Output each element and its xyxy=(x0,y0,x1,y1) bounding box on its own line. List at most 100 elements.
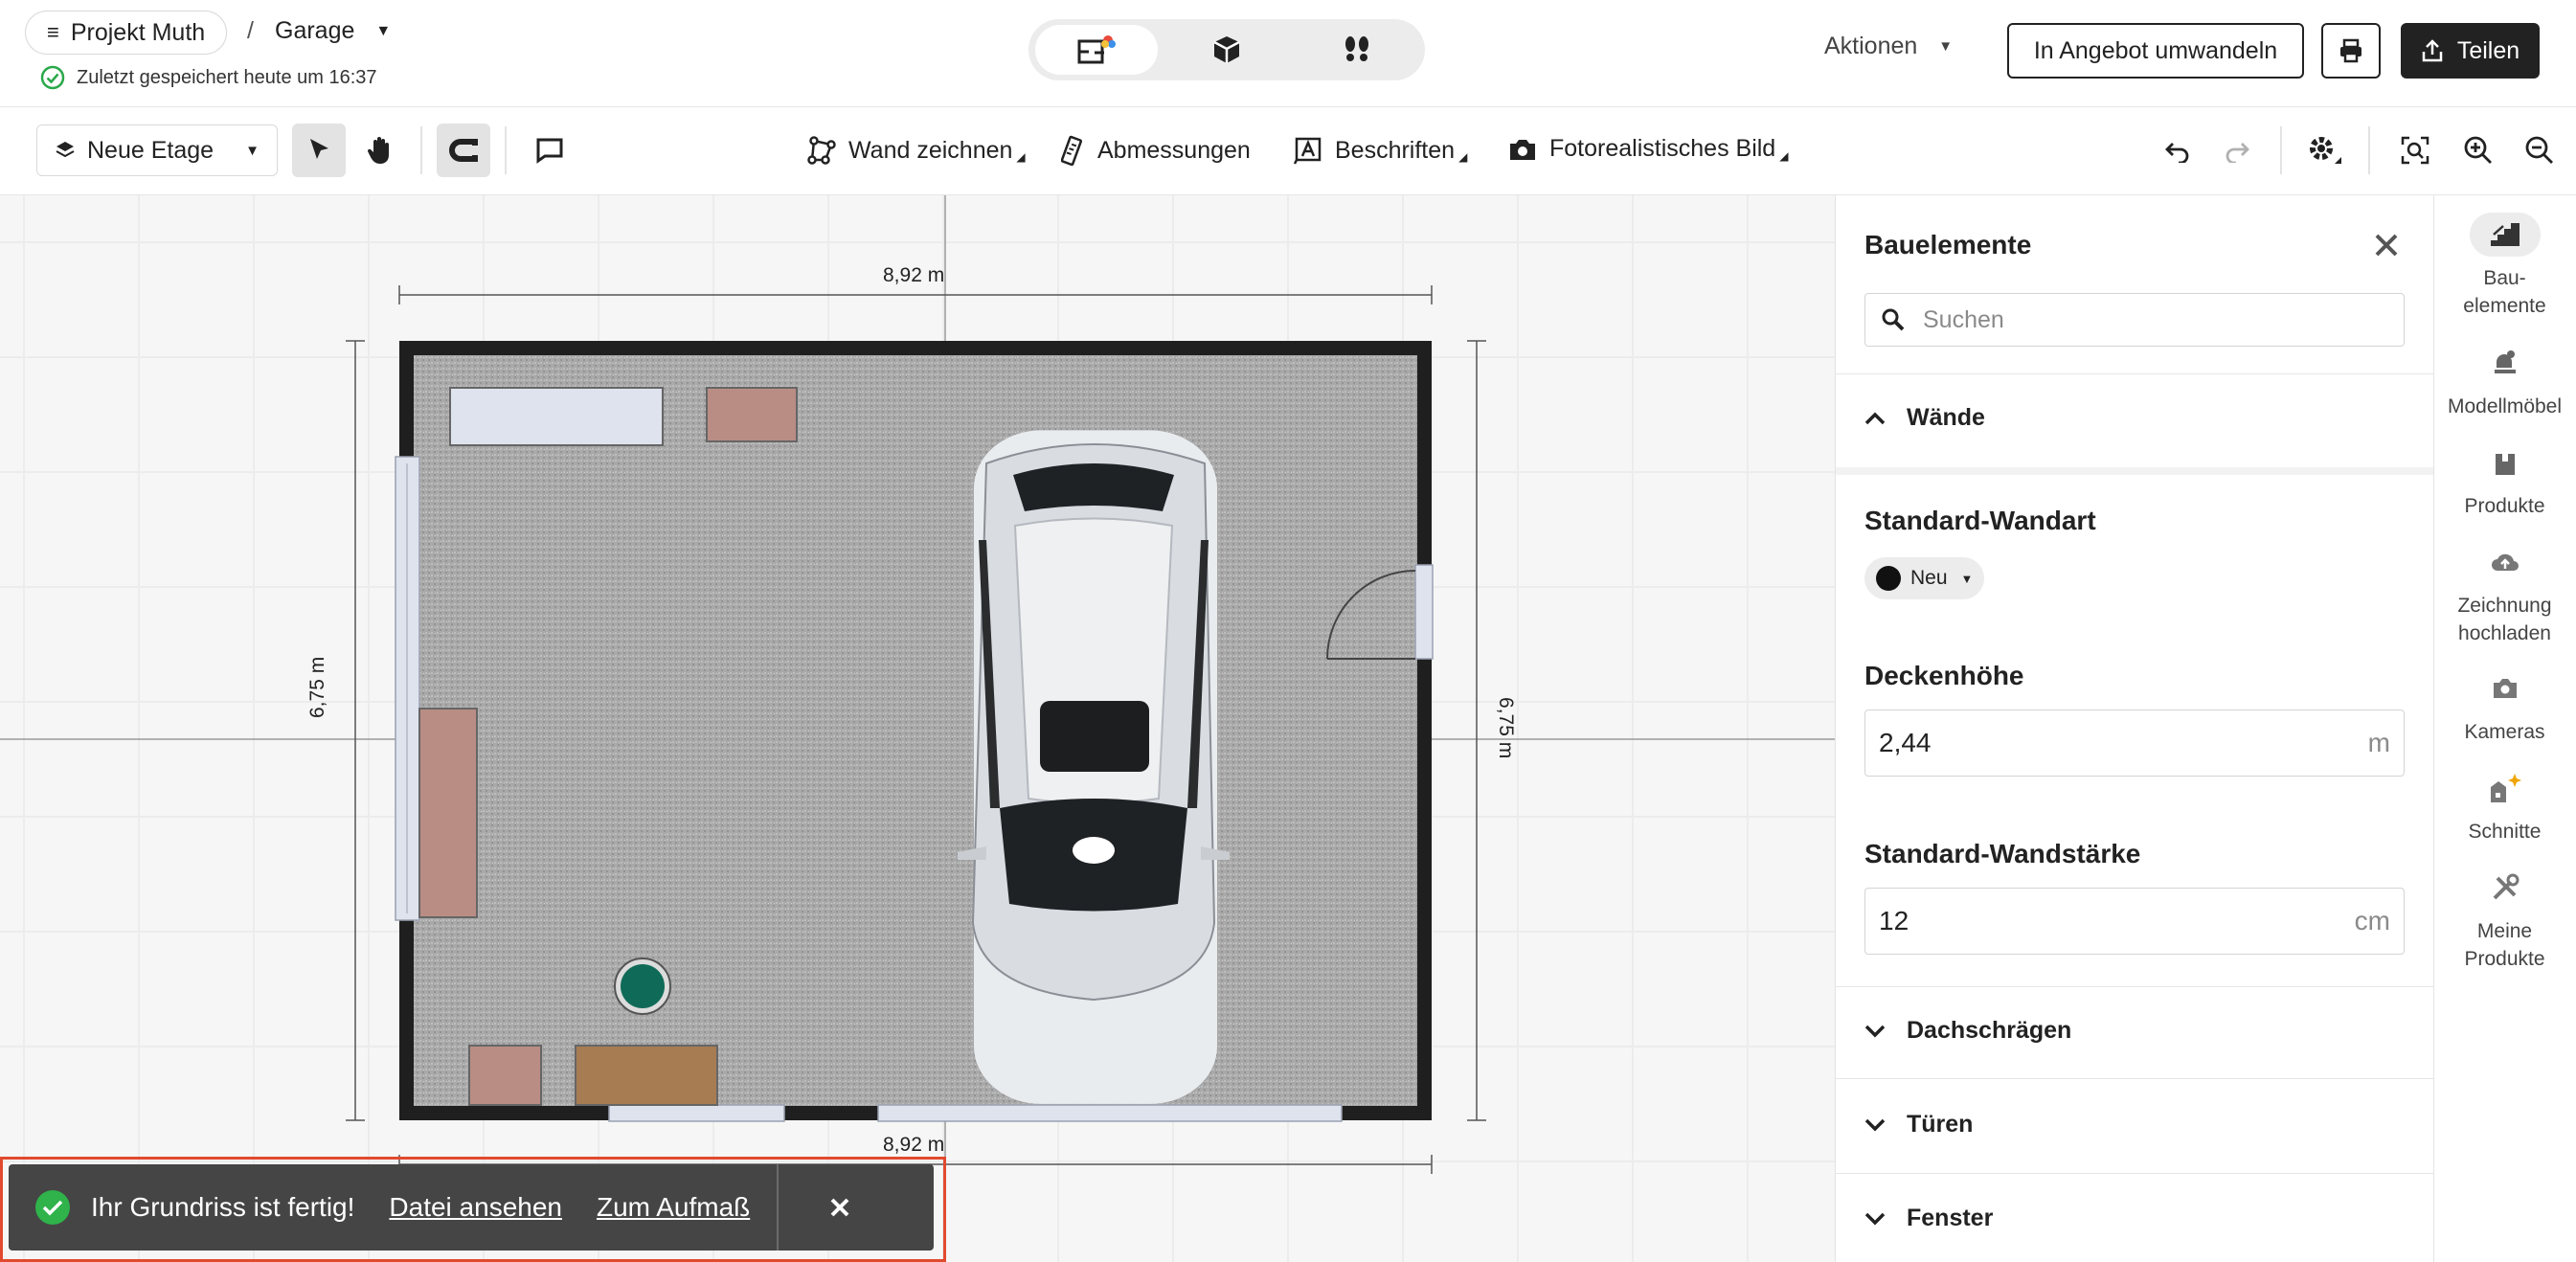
success-check-icon xyxy=(35,1190,70,1225)
walls-section-toggle[interactable]: Wände xyxy=(1864,404,1985,432)
wall-thickness-value: 12 xyxy=(1879,906,1909,935)
labels-label: Beschriften xyxy=(1335,136,1456,164)
wall-type-label: Standard-Wandart xyxy=(1864,506,2096,535)
chevron-up-icon xyxy=(1864,412,1886,424)
rail-label: Produkte xyxy=(2464,495,2545,517)
caret-down-icon: ▼ xyxy=(245,142,260,159)
workbench-furniture[interactable] xyxy=(418,708,478,918)
window-bottom-right[interactable] xyxy=(877,1104,1343,1122)
comment-tool-button[interactable] xyxy=(523,124,576,177)
rail-item-cameras[interactable]: Kameras xyxy=(2433,666,2576,746)
cloud-upload-icon xyxy=(2491,553,2519,571)
select-tool-button[interactable] xyxy=(292,124,346,177)
toast-divider xyxy=(777,1164,780,1251)
rail-item-sections[interactable]: Schnitte xyxy=(2433,766,2576,845)
doors-section-toggle[interactable]: Türen xyxy=(1864,1111,1973,1138)
labels-tool[interactable]: Beschriften ◢ xyxy=(1293,135,1467,166)
camera-icon xyxy=(2493,679,2517,698)
share-label: Teilen xyxy=(2456,36,2520,64)
caret-down-icon: ▼ xyxy=(375,22,392,39)
door-right[interactable] xyxy=(1414,564,1434,660)
view-file-link[interactable]: Datei ansehen xyxy=(389,1192,562,1223)
wall-type-value: Neu xyxy=(1910,567,1948,589)
ceiling-height-input[interactable]: 2,44 m xyxy=(1864,710,2405,777)
floor-dropdown[interactable]: Neue Etage ▼ xyxy=(36,124,278,176)
section-label: Dachschrägen xyxy=(1907,1017,2072,1044)
share-icon xyxy=(2422,39,2443,62)
search-field[interactable]: Suchen xyxy=(1864,293,2405,347)
sections-icon xyxy=(2490,774,2521,802)
wall-type-dropdown[interactable]: Neu ▼ xyxy=(1864,557,1985,599)
windows-section-toggle[interactable]: Fenster xyxy=(1864,1205,1993,1232)
window-bottom-left[interactable] xyxy=(608,1104,785,1122)
room-dropdown[interactable]: Garage ▼ xyxy=(275,17,391,45)
close-panel-button[interactable] xyxy=(2369,228,2404,262)
zoom-out-icon xyxy=(2525,136,2553,164)
car-model[interactable] xyxy=(958,430,1230,1104)
floorplan-2d-icon xyxy=(1077,35,1116,64)
magnet-icon xyxy=(449,139,478,162)
project-menu-button[interactable]: ≡ Projekt Muth xyxy=(25,11,228,55)
room-label: Garage xyxy=(275,17,355,44)
house-icon xyxy=(2495,454,2515,475)
actions-dropdown[interactable]: Aktionen ▼ xyxy=(1824,33,1953,60)
wall-thickness-input[interactable]: 12 cm xyxy=(1864,888,2405,955)
ruler-icon xyxy=(1061,135,1083,166)
dimensions-tool[interactable]: Abmessungen xyxy=(1061,135,1251,166)
toast-message: Ihr Grundriss ist fertig! xyxy=(91,1192,355,1222)
rail-item-model-furniture[interactable]: Modellmöbel xyxy=(2433,341,2576,420)
project-label: Projekt Muth xyxy=(70,18,206,46)
rail-label: Meine Produkte xyxy=(2464,920,2545,970)
redo-button[interactable] xyxy=(2210,124,2264,177)
text-label-icon xyxy=(1293,137,1322,165)
tools-icon xyxy=(2493,873,2519,900)
snap-toggle-button[interactable] xyxy=(437,124,490,177)
zoom-in-button[interactable] xyxy=(2452,124,2505,177)
actions-label: Aktionen xyxy=(1824,33,1918,59)
panel-title: Bauelemente xyxy=(1864,230,2032,259)
shelf-furniture[interactable] xyxy=(449,387,664,446)
check-circle-icon xyxy=(40,65,65,90)
chevron-down-icon xyxy=(1864,1118,1886,1131)
cube-3d-icon xyxy=(1213,36,1240,63)
toast-close-button[interactable] xyxy=(828,1196,851,1219)
section-label: Türen xyxy=(1907,1111,1974,1138)
print-button[interactable] xyxy=(2321,23,2381,79)
survey-link[interactable]: Zum Aufmaß xyxy=(597,1192,750,1223)
fit-view-button[interactable] xyxy=(2388,124,2442,177)
rail-icon-wrap xyxy=(2469,213,2541,257)
chevron-down-icon xyxy=(1864,1025,1886,1037)
roof-slopes-section-toggle[interactable]: Dachschrägen xyxy=(1864,1017,2071,1045)
search-icon xyxy=(1882,308,1905,331)
draw-wall-tool[interactable]: Wand zeichnen ◢ xyxy=(806,135,1026,166)
dimensions-label: Abmessungen xyxy=(1097,136,1251,164)
layers-icon xyxy=(56,142,75,158)
ceiling-height-label: Deckenhöhe xyxy=(1864,661,2024,690)
convert-to-offer-button[interactable]: In Angebot umwandeln xyxy=(2007,23,2304,79)
pan-tool-button[interactable] xyxy=(353,124,407,177)
settings-button[interactable] xyxy=(2298,124,2352,177)
view-2d-button[interactable] xyxy=(1035,25,1158,75)
rail-icon-wrap xyxy=(2470,440,2541,485)
cabinet-furniture[interactable] xyxy=(706,387,798,442)
ceiling-height-value: 2,44 xyxy=(1879,728,1932,757)
rail-icon-wrap xyxy=(2470,540,2541,584)
undo-button[interactable] xyxy=(2151,124,2204,177)
rail-item-building-elements[interactable]: Bau- elemente xyxy=(2433,213,2576,320)
bench-furniture[interactable] xyxy=(575,1045,718,1106)
zoom-out-button[interactable] xyxy=(2513,124,2566,177)
rail-item-upload-drawing[interactable]: Zeichnung hochladen xyxy=(2433,540,2576,647)
dimension-left-label: 6,75 m xyxy=(306,656,328,718)
rail-item-my-products[interactable]: Meine Produkte xyxy=(2433,866,2576,973)
share-button[interactable]: Teilen xyxy=(2401,23,2540,79)
photo-render-tool[interactable]: Fotorealistisches Bild ◢ xyxy=(1507,135,1788,163)
wall-thickness-label: Standard-Wandstärke xyxy=(1864,839,2141,868)
view-walkthrough-button[interactable] xyxy=(1296,25,1418,75)
garage-floor[interactable] xyxy=(414,355,1417,1106)
rail-item-products[interactable]: Produkte xyxy=(2433,440,2576,520)
view-3d-button[interactable] xyxy=(1165,25,1288,75)
submenu-corner-icon: ◢ xyxy=(1779,148,1789,163)
box-furniture[interactable] xyxy=(468,1045,542,1106)
view-mode-switcher xyxy=(1028,19,1425,80)
zoom-in-icon xyxy=(2464,136,2492,164)
